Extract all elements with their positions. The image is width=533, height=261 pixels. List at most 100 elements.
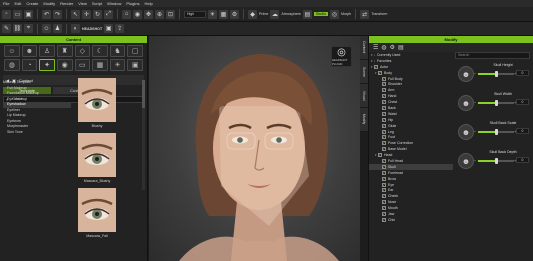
3d-viewport[interactable]: [149, 36, 368, 261]
menu-item[interactable]: Create: [26, 0, 38, 7]
teeth-icon[interactable]: ▭: [74, 59, 91, 71]
content-scrollbar[interactable]: [142, 80, 145, 190]
menu-item[interactable]: File: [3, 0, 9, 7]
slider-value-field[interactable]: 0: [516, 99, 529, 105]
grid-icon[interactable]: ▦: [219, 9, 228, 19]
transform-icon[interactable]: ⇄: [360, 9, 370, 19]
rotate-icon[interactable]: ↻: [93, 9, 102, 19]
zoom-icon[interactable]: ⊕: [155, 9, 164, 19]
export-icon[interactable]: ⇪: [115, 24, 125, 33]
slider-handle[interactable]: [494, 128, 498, 135]
redo-icon[interactable]: ↷: [53, 9, 62, 19]
new-icon[interactable]: ▫: [2, 9, 11, 19]
prime-icon[interactable]: ◆: [248, 9, 257, 19]
studio-icon[interactable]: ▤: [302, 9, 312, 19]
photo-icon[interactable]: ▣: [104, 24, 114, 33]
checkbox[interactable]: ✓: [382, 158, 386, 163]
checkbox[interactable]: ✓: [374, 64, 378, 69]
morph-icon[interactable]: ◎: [329, 9, 339, 19]
checkbox[interactable]: ✓: [382, 194, 386, 199]
minus-icon[interactable]: −: [474, 71, 476, 76]
checkbox[interactable]: ✓: [382, 141, 386, 146]
home-icon[interactable]: ⌂: [122, 9, 131, 19]
slider-handle[interactable]: [494, 70, 498, 77]
snap-icon[interactable]: ⌖: [24, 24, 33, 33]
menu-item[interactable]: Help: [144, 0, 152, 7]
checkbox[interactable]: ✓: [382, 217, 386, 222]
checkbox[interactable]: ✓: [378, 70, 382, 75]
slider-value-field[interactable]: 0: [516, 157, 529, 163]
morph-button[interactable]: Morph: [341, 12, 351, 16]
checkbox[interactable]: ✓: [382, 76, 386, 81]
menu-item[interactable]: Modify: [43, 0, 55, 7]
checkbox[interactable]: ✓: [382, 82, 386, 87]
checkbox[interactable]: ✓: [382, 105, 386, 110]
undo-icon[interactable]: ↶: [42, 9, 51, 19]
menu-item[interactable]: Window: [107, 0, 121, 7]
minus-icon[interactable]: −: [474, 158, 476, 163]
camera-category-icon[interactable]: ▣: [127, 59, 143, 71]
checkbox[interactable]: ✓: [382, 200, 386, 205]
headshot-button[interactable]: HEADSHOT: [82, 27, 102, 31]
slider-value-field[interactable]: 0: [516, 128, 529, 134]
slider-value-field[interactable]: 0: [516, 70, 529, 76]
menu-item[interactable]: Edit: [14, 0, 21, 7]
slider-handle[interactable]: [494, 99, 498, 106]
light-icon[interactable]: ☀: [208, 9, 217, 19]
makeup-thumbnail[interactable]: [78, 78, 116, 122]
checkbox[interactable]: ✓: [382, 188, 386, 193]
menu-item[interactable]: Render: [60, 0, 73, 7]
morph-tab-icon[interactable]: ◍: [381, 44, 386, 51]
menu-item[interactable]: Script: [92, 0, 102, 7]
head-icon[interactable]: ☻: [21, 45, 38, 57]
checkbox[interactable]: ✓: [382, 88, 386, 93]
checkbox[interactable]: ✓: [382, 111, 386, 116]
tool-icon[interactable]: ✎: [2, 24, 11, 33]
checkbox[interactable]: ✓: [382, 123, 386, 128]
makeup-thumbnail[interactable]: [78, 188, 116, 232]
pose-icon[interactable]: ♟: [53, 24, 62, 33]
side-tab[interactable]: Visual: [360, 84, 368, 108]
light-category-icon[interactable]: ☀: [109, 59, 126, 71]
transform-button[interactable]: Transform: [371, 12, 387, 16]
minus-icon[interactable]: −: [474, 129, 476, 134]
checkbox[interactable]: ✓: [382, 117, 386, 122]
settings-tab-icon[interactable]: ⚙: [390, 44, 395, 51]
menu-item[interactable]: Plugins: [126, 0, 139, 7]
hair-icon[interactable]: ☾: [92, 45, 108, 57]
checkbox[interactable]: ✓: [382, 129, 386, 134]
checkbox[interactable]: ✓: [382, 100, 386, 105]
studio-button[interactable]: Studio: [313, 12, 328, 16]
checkbox[interactable]: ✓: [382, 147, 386, 152]
skin-icon[interactable]: ◔: [21, 59, 38, 71]
character-icon[interactable]: ☺: [42, 24, 51, 33]
checkbox[interactable]: ✓: [382, 170, 386, 175]
morph-category-icon[interactable]: ◍: [4, 59, 20, 71]
pan-icon[interactable]: ✥: [144, 9, 153, 19]
save-icon[interactable]: ▣: [24, 9, 33, 19]
morph-tree-row[interactable]: ✓ Chin: [369, 217, 453, 223]
morph-search-input[interactable]: Search: [455, 52, 530, 59]
checkbox[interactable]: ✓: [382, 206, 386, 211]
checkbox[interactable]: ✓: [382, 182, 386, 187]
makeup-thumbnail[interactable]: [78, 133, 116, 177]
atmosphere-icon[interactable]: ☁: [270, 9, 280, 19]
move-icon[interactable]: ✛: [82, 9, 91, 19]
fit-icon[interactable]: ⊡: [166, 9, 175, 19]
atmosphere-button[interactable]: Atmosphere: [281, 12, 300, 16]
checkbox[interactable]: ✓: [382, 176, 386, 181]
scrollbar-thumb[interactable]: [142, 80, 145, 108]
tree-item[interactable]: Skin Tone: [3, 130, 71, 136]
side-tab[interactable]: Scene: [360, 60, 368, 84]
actor-icon[interactable]: ☺: [4, 45, 20, 57]
checkbox[interactable]: ✓: [382, 135, 386, 140]
accessory-icon[interactable]: ◇: [74, 45, 91, 57]
checkbox[interactable]: ✓: [382, 211, 386, 216]
checkbox[interactable]: ✓: [382, 94, 386, 99]
makeup-icon[interactable]: ✦: [39, 59, 55, 71]
link-icon[interactable]: ⛓: [13, 24, 22, 33]
headshot-plugin-badge[interactable]: ◎ HEADSHOT PLUGIN: [331, 46, 352, 67]
prop-icon[interactable]: ▢: [127, 45, 143, 57]
settings-icon[interactable]: ⚙: [230, 9, 239, 19]
eye-icon[interactable]: ◉: [56, 59, 73, 71]
